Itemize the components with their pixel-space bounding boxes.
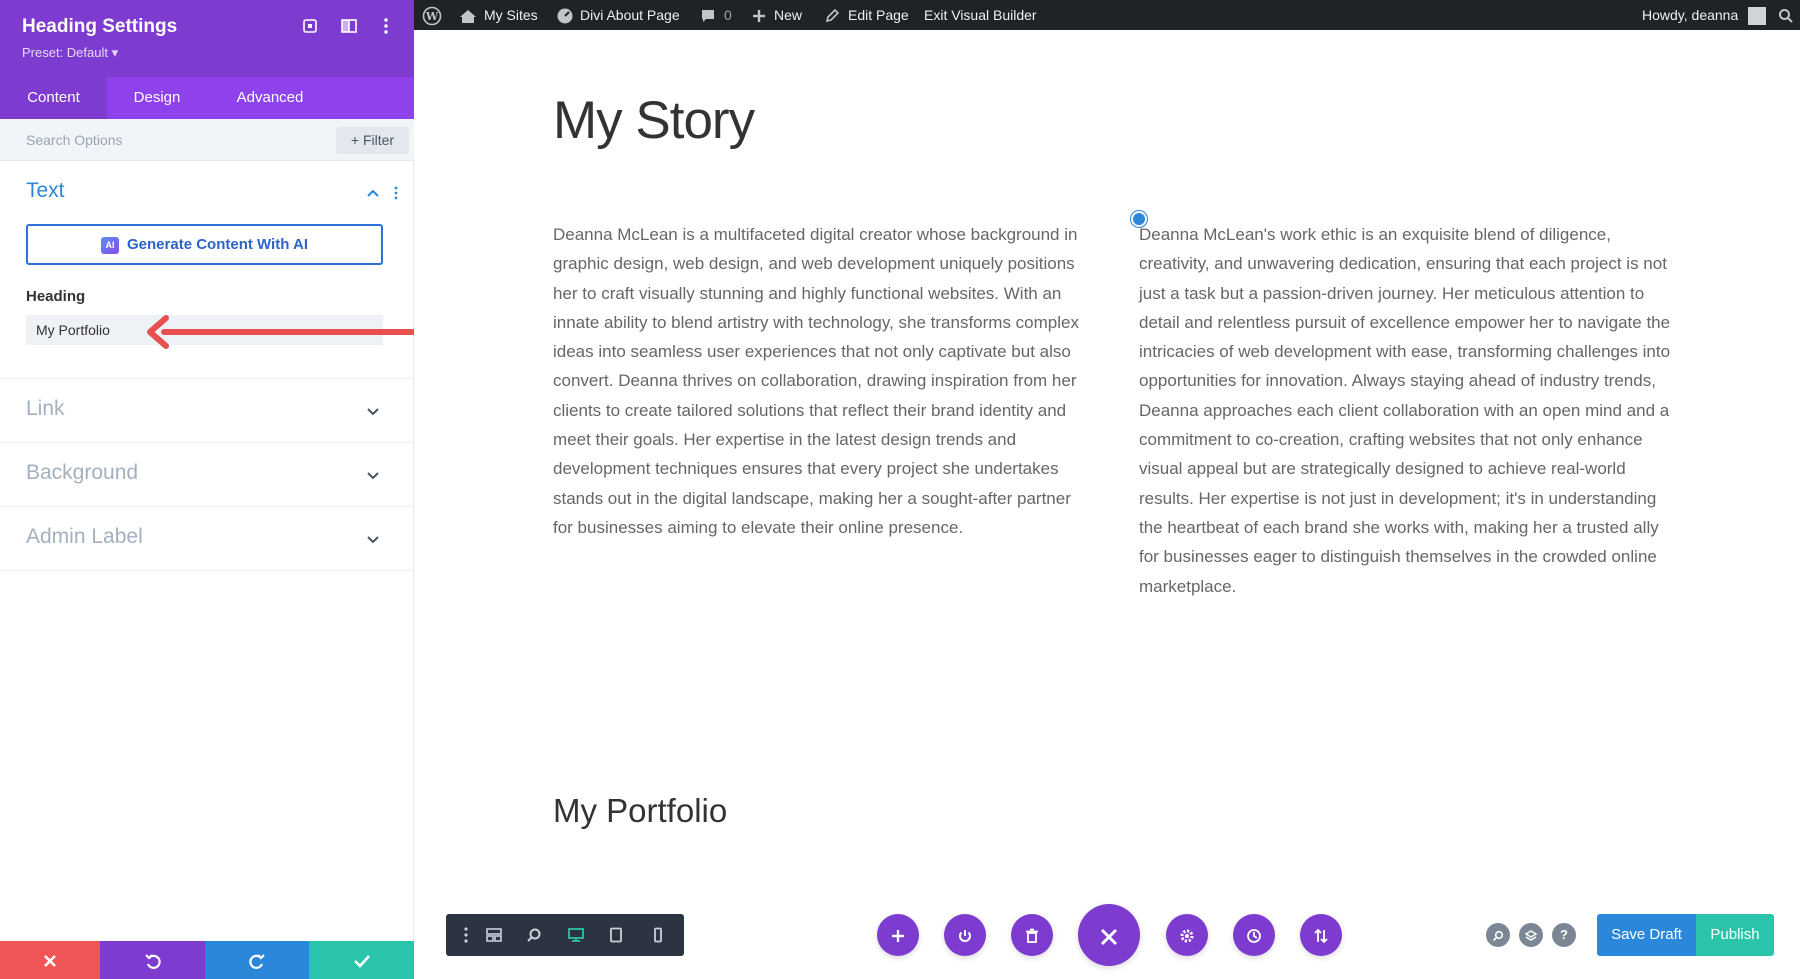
- dashboard-icon: [556, 7, 574, 25]
- search-icon[interactable]: [1778, 0, 1794, 30]
- divider: [0, 570, 414, 571]
- tab-design[interactable]: Design: [107, 77, 207, 119]
- check-icon: [353, 954, 371, 968]
- howdy-label: Howdy, deanna: [1642, 7, 1738, 23]
- story-heading[interactable]: My Story: [553, 90, 754, 151]
- comments-menu[interactable]: 0: [700, 0, 732, 30]
- avatar: [1748, 7, 1766, 25]
- comment-icon: [700, 8, 716, 24]
- wordpress-logo-icon[interactable]: W: [422, 0, 442, 30]
- story-text-right[interactable]: Deanna McLean's work ethic is an exquisi…: [1139, 220, 1674, 601]
- site-name-menu[interactable]: Divi About Page: [556, 0, 680, 30]
- page-layout-button[interactable]: [1300, 914, 1342, 956]
- save-button[interactable]: [309, 941, 414, 979]
- section-admin-label-title[interactable]: Admin Label: [26, 525, 143, 549]
- ai-icon: AI: [101, 237, 119, 254]
- delete-button[interactable]: [1011, 914, 1053, 956]
- search-options-input[interactable]: [14, 125, 324, 155]
- svg-text:W: W: [425, 10, 439, 23]
- expand-icon[interactable]: [300, 16, 320, 36]
- phone-view-icon[interactable]: [638, 914, 678, 956]
- divider: [0, 506, 414, 507]
- clock-icon: [1246, 928, 1262, 944]
- chevron-up-icon[interactable]: [365, 185, 381, 201]
- plus-icon: [752, 9, 766, 23]
- panel-action-bar: [0, 941, 414, 979]
- undo-icon: [144, 952, 162, 970]
- story-text-left[interactable]: Deanna McLean is a multifaceted digital …: [553, 220, 1088, 542]
- publish-button[interactable]: Publish: [1696, 914, 1774, 956]
- redo-button[interactable]: [205, 941, 309, 979]
- wireframe-view-icon[interactable]: [474, 914, 514, 956]
- comments-count: 0: [724, 7, 732, 23]
- help-icon[interactable]: ?: [1552, 923, 1576, 947]
- search-row: + Filter: [0, 119, 414, 161]
- view-mode-toolbar: [446, 914, 684, 956]
- generate-content-ai-button[interactable]: AI Generate Content With AI: [26, 224, 383, 265]
- edit-page-label: Edit Page: [848, 7, 909, 23]
- portability-button[interactable]: [944, 914, 986, 956]
- exit-visual-builder-link[interactable]: Exit Visual Builder: [924, 0, 1037, 30]
- my-sites-label: My Sites: [484, 7, 538, 23]
- cancel-button[interactable]: [0, 941, 100, 979]
- panel-header: Heading Settings Preset: Default ▾: [0, 0, 414, 77]
- panel-title: Heading Settings: [22, 16, 177, 38]
- section-text-title[interactable]: Text: [26, 179, 65, 203]
- layers-icon[interactable]: [1519, 923, 1543, 947]
- divider: [0, 442, 414, 443]
- add-section-button[interactable]: [877, 914, 919, 956]
- plus-icon: [891, 929, 905, 943]
- sort-arrows-icon: [1313, 928, 1329, 944]
- zoom-search-icon[interactable]: [1486, 923, 1510, 947]
- chevron-down-icon[interactable]: [365, 403, 381, 419]
- save-draft-button[interactable]: Save Draft: [1597, 914, 1696, 956]
- tab-advanced[interactable]: Advanced: [207, 77, 333, 119]
- split-view-icon[interactable]: [339, 16, 359, 36]
- panel-tabs: Content Design Advanced: [0, 77, 414, 119]
- divider: [0, 378, 414, 379]
- chevron-down-icon[interactable]: [365, 467, 381, 483]
- close-icon: [1099, 927, 1119, 947]
- pencil-icon: [824, 8, 840, 24]
- edit-page-link[interactable]: Edit Page: [824, 0, 909, 30]
- section-background-title[interactable]: Background: [26, 461, 138, 485]
- redo-icon: [248, 952, 266, 970]
- history-button[interactable]: [1233, 914, 1275, 956]
- section-options-icon[interactable]: [392, 185, 400, 201]
- new-label: New: [774, 7, 802, 23]
- wp-admin-bar: W My Sites Divi About Page 0 New Edit Pa…: [414, 0, 1800, 30]
- howdy-user-menu[interactable]: Howdy, deanna: [1642, 0, 1766, 30]
- close-icon: [43, 954, 57, 968]
- section-link-title[interactable]: Link: [26, 397, 65, 421]
- gear-icon: [1179, 928, 1195, 944]
- heading-field-label: Heading: [26, 288, 85, 305]
- undo-button[interactable]: [100, 941, 205, 979]
- desktop-view-icon[interactable]: [556, 914, 596, 956]
- filter-button[interactable]: + Filter: [336, 127, 409, 154]
- power-icon: [957, 928, 973, 944]
- tablet-view-icon[interactable]: [596, 914, 636, 956]
- page-settings-button[interactable]: [1166, 914, 1208, 956]
- close-builder-button[interactable]: [1078, 904, 1140, 966]
- preset-dropdown[interactable]: Preset: Default ▾: [22, 45, 118, 61]
- chevron-down-icon[interactable]: [365, 531, 381, 547]
- settings-panel: Heading Settings Preset: Default ▾ Conte…: [0, 0, 414, 979]
- page-canvas: My Story Deanna McLean is a multifaceted…: [414, 30, 1800, 979]
- new-menu[interactable]: New: [752, 0, 802, 30]
- more-options-icon[interactable]: [376, 16, 396, 36]
- my-sites-menu[interactable]: My Sites: [458, 0, 538, 30]
- ai-button-label: Generate Content With AI: [127, 236, 308, 253]
- my-sites-icon: [458, 8, 478, 24]
- trash-icon: [1025, 928, 1039, 944]
- zoom-icon[interactable]: [514, 914, 554, 956]
- portfolio-heading[interactable]: My Portfolio: [553, 792, 727, 830]
- site-name-label: Divi About Page: [580, 7, 680, 23]
- tab-content[interactable]: Content: [0, 77, 107, 119]
